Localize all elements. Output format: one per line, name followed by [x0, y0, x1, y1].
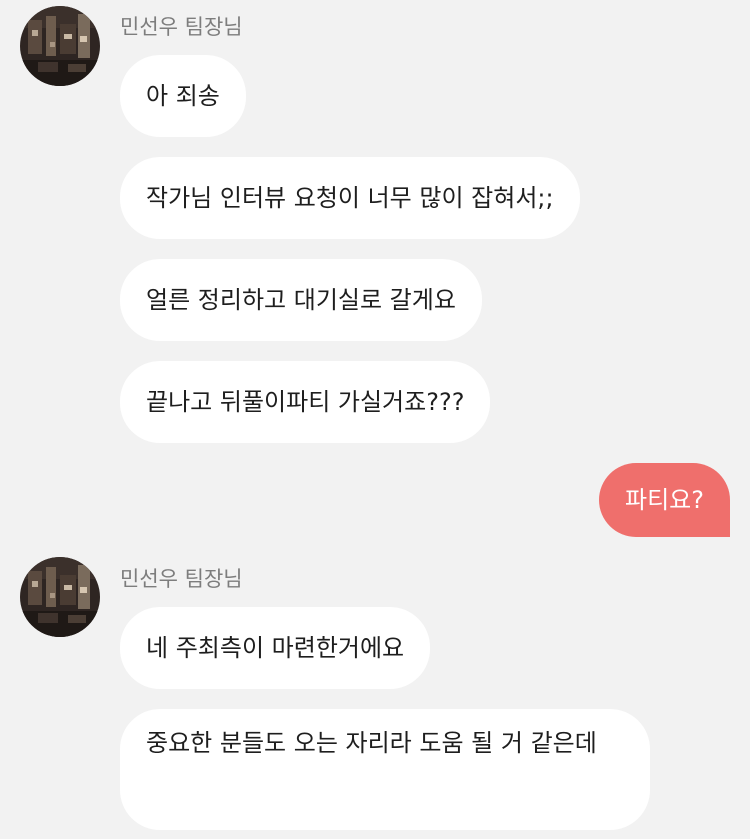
avatar[interactable] — [20, 557, 100, 637]
avatar-photo — [20, 557, 100, 637]
my-message-bubble[interactable]: 파티요? — [599, 463, 730, 537]
avatar-photo — [20, 6, 100, 86]
sender-name: 민선우 팀장님 — [120, 15, 243, 39]
message-bubble[interactable]: 중요한 분들도 오는 자리라 도움 될 거 같은데 — [120, 709, 650, 830]
message-bubble[interactable]: 아 죄송 — [120, 55, 246, 137]
message-bubble[interactable]: 얼른 정리하고 대기실로 갈게요 — [120, 259, 482, 341]
message-bubble[interactable]: 끝나고 뒤풀이파티 가실거죠??? — [120, 361, 491, 443]
sender-name: 민선우 팀장님 — [120, 567, 243, 591]
avatar[interactable] — [20, 6, 100, 86]
message-bubble[interactable]: 네 주최측이 마련한거에요 — [120, 607, 431, 689]
message-bubble[interactable]: 작가님 인터뷰 요청이 너무 많이 잡혀서;; — [120, 157, 580, 239]
